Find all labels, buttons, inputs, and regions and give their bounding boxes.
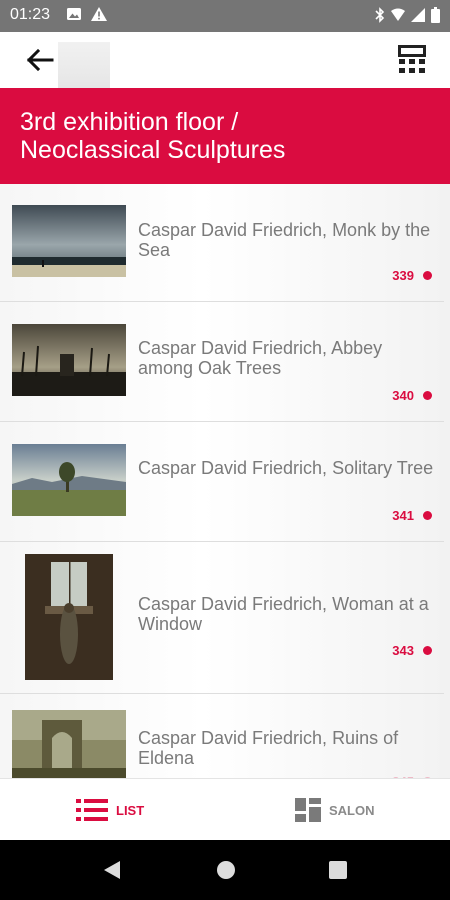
wifi-icon (391, 8, 405, 21)
list-item[interactable]: Caspar David Friedrich, Monk by the Sea … (0, 184, 444, 302)
system-back-icon[interactable] (102, 860, 122, 880)
location-dot (423, 391, 432, 400)
status-right-icons (375, 7, 440, 23)
artwork-thumbnail (25, 554, 113, 680)
battery-icon (431, 7, 440, 23)
calculator-button[interactable] (396, 44, 428, 76)
artwork-number: 340 (392, 388, 414, 403)
artwork-title: Caspar David Friedrich, Solitary Tree (138, 458, 434, 478)
artwork-thumbnail (12, 324, 126, 396)
image-icon (67, 8, 81, 20)
artwork-thumbnail (12, 205, 126, 277)
app-bar (0, 32, 450, 88)
nav-salon-label: SALON (329, 802, 375, 818)
artwork-number: 339 (392, 268, 414, 283)
artwork-title: Caspar David Friedrich, Woman at a Windo… (138, 594, 429, 634)
list-item[interactable]: Caspar David Friedrich, Woman at a Windo… (0, 542, 444, 694)
calculator-icon (398, 45, 426, 73)
system-recents-icon[interactable] (328, 860, 348, 880)
artwork-list[interactable]: Caspar David Friedrich, Monk by the Sea … (0, 184, 450, 778)
status-time: 01:23 (10, 6, 51, 23)
location-dot (423, 511, 432, 520)
toolbar-placeholder (58, 42, 110, 88)
signal-icon (411, 8, 425, 22)
artwork-thumbnail (12, 444, 126, 516)
status-left-icons (66, 6, 108, 22)
artwork-title: Caspar David Friedrich, Monk by the Sea (138, 220, 431, 260)
floor-title-line2: Neoclassical Sculptures (20, 136, 286, 164)
list-item[interactable]: Caspar David Friedrich, Solitary Tree 34… (0, 422, 444, 542)
bottom-navigation: LIST SALON (0, 778, 450, 840)
artwork-number: 341 (392, 508, 414, 523)
status-bar: 01:23 (0, 0, 450, 32)
arrow-left-icon (26, 48, 54, 72)
location-dot (423, 271, 432, 280)
system-home-icon[interactable] (216, 860, 236, 880)
nav-list-tab[interactable]: LIST (76, 799, 144, 821)
floor-header: 3rd exhibition floor / Neoclassical Scul… (0, 88, 450, 184)
artwork-thumbnail (12, 710, 126, 778)
nav-salon-tab[interactable]: SALON (295, 798, 375, 822)
floor-title-line1: 3rd exhibition floor / (20, 108, 239, 136)
artwork-title: Caspar David Friedrich, Abbey among Oak … (138, 338, 383, 378)
warning-icon (91, 7, 107, 21)
bluetooth-icon (375, 7, 385, 23)
salon-grid-icon (295, 798, 321, 822)
list-item[interactable]: Caspar David Friedrich, Abbey among Oak … (0, 302, 444, 422)
artwork-title: Caspar David Friedrich, Ruins of Eldena (138, 728, 399, 768)
nav-list-label: LIST (116, 802, 145, 818)
list-item[interactable]: Caspar David Friedrich, Ruins of Eldena … (0, 694, 444, 778)
system-navigation-bar (0, 840, 450, 900)
back-button[interactable] (22, 44, 58, 76)
location-dot (423, 646, 432, 655)
list-icon (76, 799, 108, 821)
artwork-number: 343 (392, 643, 414, 658)
